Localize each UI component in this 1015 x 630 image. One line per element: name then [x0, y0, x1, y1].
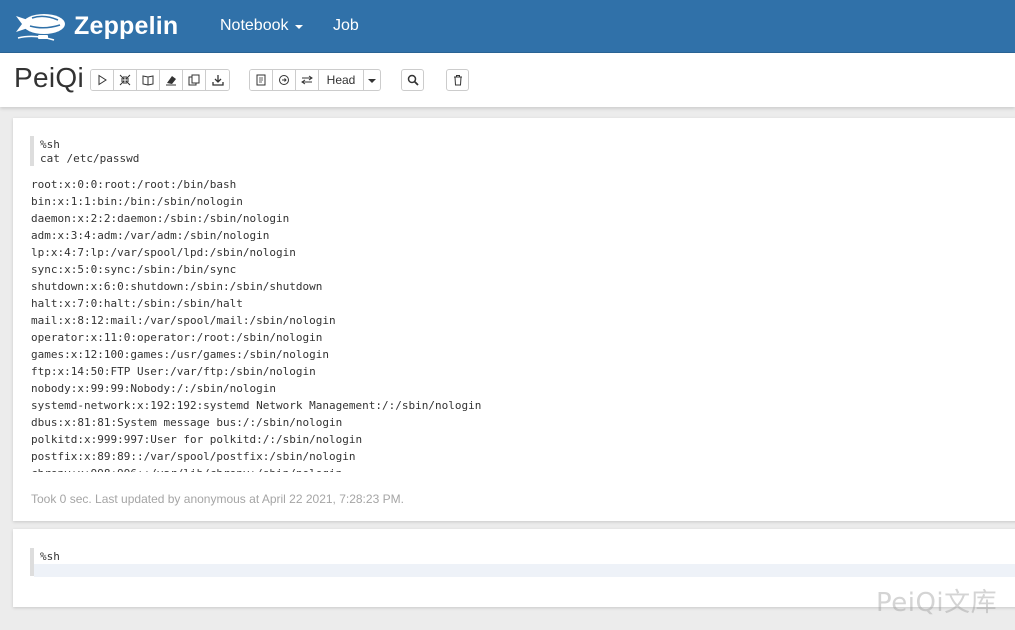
output-line: postfix:x:89:89::/var/spool/postfix:/sbi…: [31, 450, 356, 463]
output-line: adm:x:3:4:adm:/var/adm:/sbin/nologin: [31, 229, 270, 242]
output-line: ftp:x:14:50:FTP User:/var/ftp:/sbin/nolo…: [31, 365, 316, 378]
top-navbar: Zeppelin Notebook Job: [0, 0, 1015, 53]
swap-icon: [301, 75, 313, 85]
play-icon: [98, 74, 107, 86]
code-editor[interactable]: %sh cat /etc/passwd: [30, 136, 1015, 166]
version-button[interactable]: [250, 70, 273, 90]
clear-output-button[interactable]: [160, 70, 183, 90]
paragraph-cell[interactable]: %sh: [13, 529, 1015, 607]
export-notebook-button[interactable]: [206, 70, 229, 90]
clone-icon: [188, 74, 200, 86]
clone-notebook-button[interactable]: [183, 70, 206, 90]
output-line: chrony:x:998:996::/var/lib/chrony:/sbin/…: [31, 465, 1011, 472]
zeppelin-logo-icon: [16, 14, 65, 41]
output-line: nobody:x:99:99:Nobody:/:/sbin/nologin: [31, 382, 277, 395]
version-control-group: Head: [249, 69, 381, 91]
notebook-header: PeiQi Head: [0, 53, 1015, 107]
chevron-down-icon: [368, 79, 376, 83]
paragraph-output: root:x:0:0:root:/root:/bin/bash bin:x:1:1…: [31, 176, 1011, 472]
revision-dropdown-toggle[interactable]: [364, 70, 380, 90]
eraser-icon: [166, 76, 176, 86]
collapse-icon: [119, 74, 131, 86]
watermark: PeiQi文库: [876, 588, 998, 618]
commit-button[interactable]: [273, 70, 296, 90]
output-line: lp:x:4:7:lp:/var/spool/lpd:/sbin/nologin: [31, 246, 296, 259]
download-icon: [211, 75, 224, 86]
revision-select[interactable]: Head: [319, 70, 364, 90]
nav-notebook-menu[interactable]: Notebook: [220, 17, 303, 35]
brand-name: Zeppelin: [74, 11, 179, 40]
search-button[interactable]: [401, 69, 424, 91]
editor-line: %sh: [40, 550, 60, 563]
output-line: systemd-network:x:192:192:systemd Networ…: [31, 399, 482, 412]
output-line: bin:x:1:1:bin:/bin:/sbin/nologin: [31, 195, 243, 208]
nav-job-label: Job: [333, 17, 359, 34]
book-icon: [142, 75, 154, 86]
search-icon: [407, 74, 419, 86]
output-line: games:x:12:100:games:/usr/games:/sbin/no…: [31, 348, 330, 361]
code-editor[interactable]: %sh: [30, 548, 1015, 577]
output-line: shutdown:x:6:0:shutdown:/sbin:/sbin/shut…: [31, 280, 323, 293]
toggle-output-button[interactable]: [137, 70, 160, 90]
output-line: halt:x:7:0:halt:/sbin:/sbin/halt: [31, 297, 243, 310]
commit-icon: [279, 75, 289, 85]
active-line-highlight: [34, 564, 1015, 577]
nav-notebook-label: Notebook: [220, 17, 289, 34]
run-all-button[interactable]: [91, 70, 114, 90]
output-line: dbus:x:81:81:System message bus:/:/sbin/…: [31, 416, 343, 429]
brand-logo[interactable]: Zeppelin: [14, 8, 178, 44]
compare-revisions-button[interactable]: [296, 70, 319, 90]
output-line: daemon:x:2:2:daemon:/sbin:/sbin/nologin: [31, 212, 290, 225]
editor-line: cat /etc/passwd: [40, 152, 140, 165]
paragraph-cell[interactable]: %sh cat /etc/passwd root:x:0:0:root:/roo…: [13, 118, 1015, 521]
trash-icon: [453, 75, 462, 86]
output-line: sync:x:5:0:sync:/sbin:/bin/sync: [31, 263, 237, 276]
version-icon: [256, 74, 266, 86]
output-line: operator:x:11:0:operator:/root:/sbin/nol…: [31, 331, 323, 344]
output-line: root:x:0:0:root:/root:/bin/bash: [31, 178, 237, 191]
paragraph-status: Took 0 sec. Last updated by anonymous at…: [31, 492, 404, 506]
editor-line: %sh: [40, 138, 60, 151]
nav-job-link[interactable]: Job: [333, 17, 359, 35]
toggle-code-button[interactable]: [114, 70, 137, 90]
chevron-down-icon: [294, 25, 303, 29]
notebook-actions-group: [90, 69, 230, 91]
output-line: mail:x:8:12:mail:/var/spool/mail:/sbin/n…: [31, 314, 336, 327]
delete-notebook-button[interactable]: [446, 69, 469, 91]
notebook-title[interactable]: PeiQi: [14, 62, 84, 94]
output-line: polkitd:x:999:997:User for polkitd:/:/sb…: [31, 433, 363, 446]
